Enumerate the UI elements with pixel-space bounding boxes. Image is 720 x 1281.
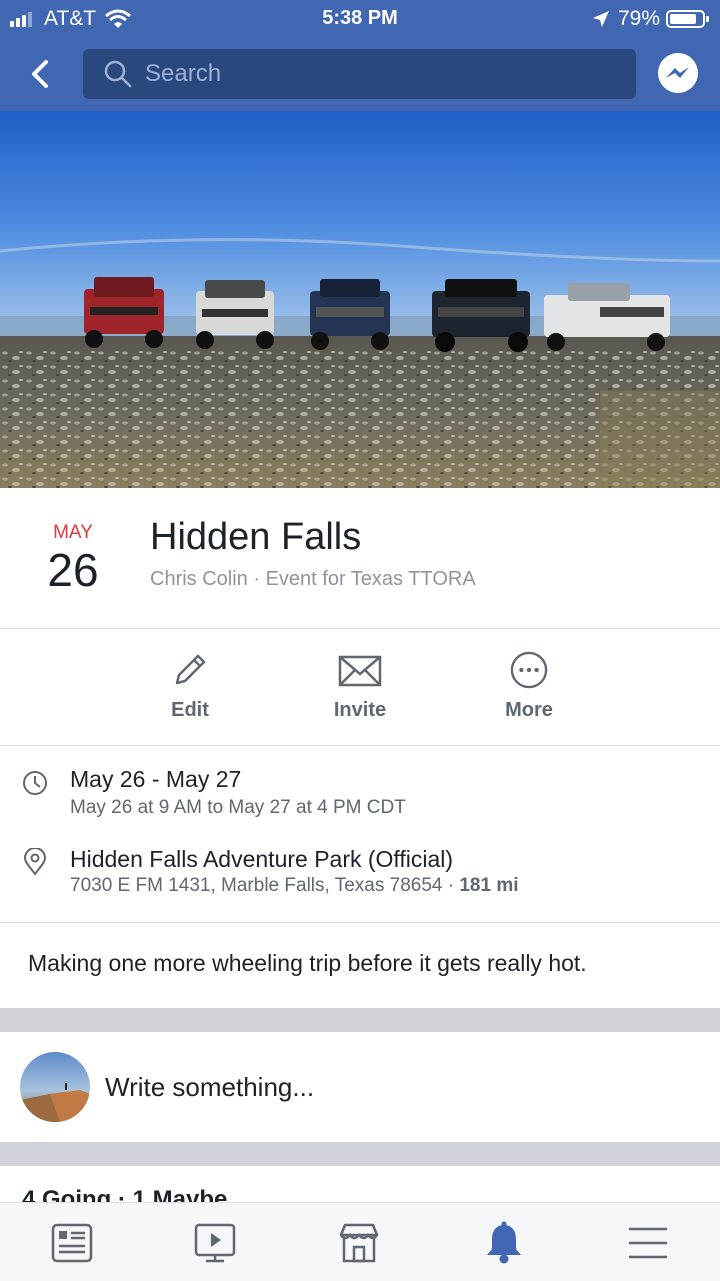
clock-icon — [23, 771, 47, 795]
section-divider — [0, 1142, 720, 1166]
invite-label: Invite — [333, 699, 387, 721]
more-icon — [510, 651, 548, 689]
post-composer[interactable]: Write something... — [0, 1032, 720, 1142]
event-day: 26 — [47, 544, 99, 596]
menu-icon[interactable] — [626, 1221, 670, 1265]
search-icon — [104, 60, 132, 88]
event-month: MAY — [53, 522, 93, 543]
event-description: Making one more wheeling trip before it … — [28, 950, 587, 976]
event-subtitle[interactable]: Chris Colin · Event for Texas TTORA — [150, 568, 476, 591]
edit-label: Edit — [171, 699, 209, 721]
battery-icon — [666, 10, 709, 28]
app-header: AT&T 5:38 PM 79% Search — [0, 0, 720, 111]
location-name: Hidden Falls Adventure Park (Official) — [70, 846, 454, 872]
bottom-tab-bar — [0, 1202, 720, 1281]
location-arrow-icon — [592, 11, 609, 27]
map-pin-icon — [23, 848, 47, 876]
envelope-icon — [338, 655, 382, 687]
battery-percent: 79% — [617, 7, 660, 30]
search-input[interactable]: Search — [83, 49, 636, 99]
watch-icon[interactable] — [193, 1221, 237, 1265]
trucks-landscape-image — [0, 111, 720, 488]
search-placeholder: Search — [145, 60, 222, 87]
date-detail: May 26 at 9 AM to May 27 at 4 PM CDT — [70, 797, 406, 818]
event-title: Hidden Falls — [150, 516, 362, 558]
messenger-icon[interactable] — [656, 52, 700, 96]
location-address: 7030 E FM 1431, Marble Falls, Texas 7865… — [70, 875, 460, 896]
invite-button[interactable]: Invite — [300, 651, 420, 722]
event-details: May 26 - May 27 May 26 at 9 AM to May 27… — [0, 746, 720, 923]
cover-photo[interactable] — [0, 111, 720, 488]
event-actions: Edit Invite More — [0, 629, 720, 746]
date-range: May 26 - May 27 — [70, 766, 242, 792]
more-button[interactable]: More — [469, 651, 589, 722]
pencil-icon — [175, 654, 206, 685]
marketplace-icon[interactable] — [337, 1221, 381, 1265]
avatar — [20, 1052, 90, 1122]
nav-bar: Search — [0, 48, 720, 100]
edit-button[interactable]: Edit — [130, 651, 250, 722]
back-arrow-icon[interactable] — [22, 54, 62, 94]
notifications-bell-icon[interactable] — [482, 1221, 526, 1265]
more-label: More — [505, 699, 553, 721]
news-feed-icon[interactable] — [50, 1221, 94, 1265]
location-distance: 181 mi — [459, 875, 519, 896]
composer-placeholder: Write something... — [105, 1072, 315, 1102]
section-divider — [0, 1008, 720, 1032]
status-bar: AT&T 5:38 PM 79% — [0, 0, 720, 38]
